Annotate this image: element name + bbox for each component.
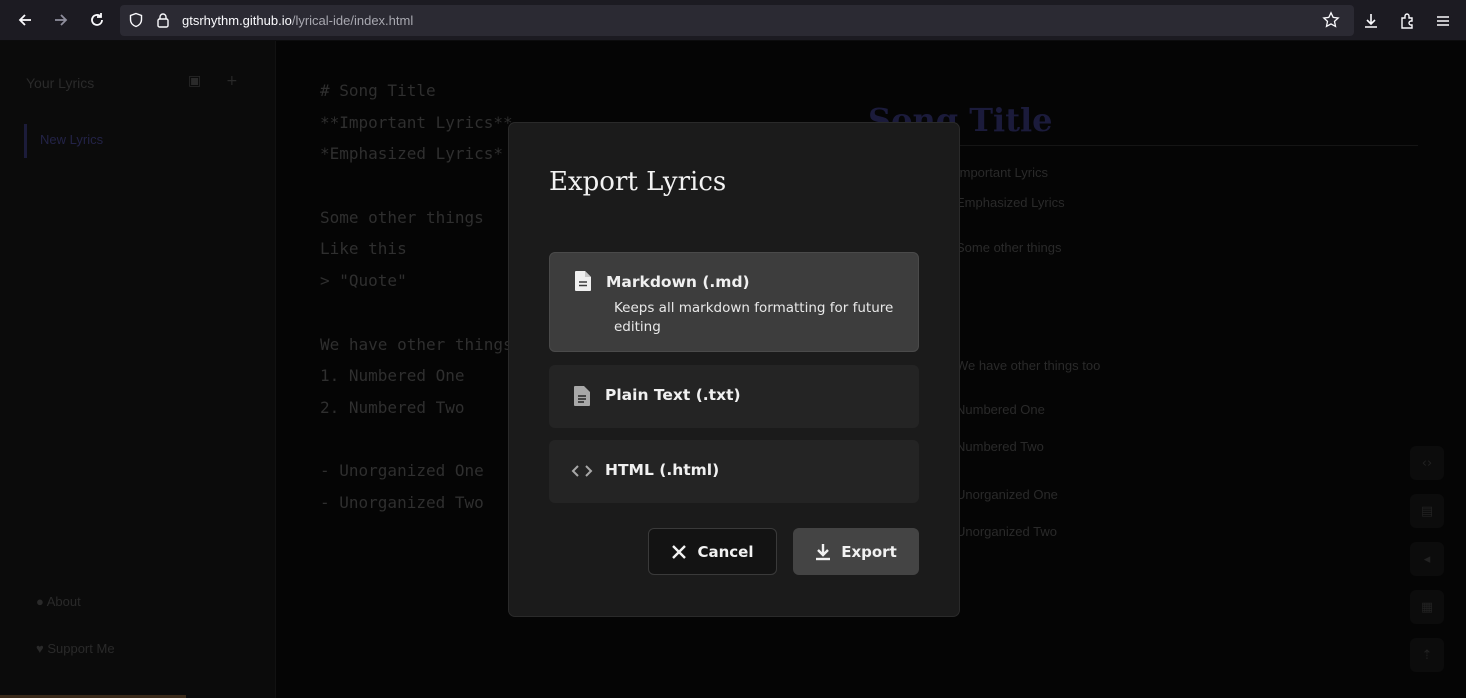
close-icon <box>672 544 687 559</box>
option-label: Plain Text (.txt) <box>605 386 741 404</box>
about-link: ● About <box>36 594 81 609</box>
option-description: Keeps all markdown formatting for future… <box>614 300 894 335</box>
preview-line: Some other things <box>956 240 1062 255</box>
active-indicator <box>24 124 27 158</box>
reload-button[interactable] <box>85 8 109 32</box>
downloads-icon[interactable] <box>1360 10 1382 32</box>
add-icon: + <box>226 73 238 89</box>
tool-button: ⇡ <box>1410 638 1444 672</box>
sidebar-title: Your Lyrics <box>26 75 95 91</box>
menu-icon[interactable] <box>1432 10 1454 32</box>
about-label: About <box>46 594 81 609</box>
preview-line: We have other things too <box>956 358 1101 373</box>
shield-icon[interactable] <box>125 9 147 31</box>
url-path: /lyrical-ide/index.html <box>291 13 414 28</box>
reload-icon <box>91 13 103 26</box>
export-label: Export <box>841 542 897 561</box>
export-dialog: Export Lyrics Markdown (.md) Keeps all m… <box>509 123 959 616</box>
cancel-label: Cancel <box>697 542 754 561</box>
lock-icon[interactable] <box>152 9 174 31</box>
preview-line: Numbered Two <box>956 439 1044 454</box>
url-text[interactable]: gtsrhythm.github.io/lyrical-ide/index.ht… <box>182 13 413 28</box>
sidebar: Your Lyrics ▣ + New Lyrics ● About ♥ Sup… <box>0 41 276 698</box>
download-icon <box>816 543 831 560</box>
new-file-icon: ▣ <box>188 73 202 89</box>
sidebar-item-new-lyrics: New Lyrics <box>40 132 104 147</box>
tool-button: ‹› <box>1410 446 1444 480</box>
option-html[interactable]: HTML (.html) <box>549 440 919 503</box>
file-text-icon <box>571 385 593 407</box>
preview-line: Emphasized Lyrics <box>956 195 1065 210</box>
support-label: Support Me <box>47 641 115 656</box>
cancel-button[interactable]: Cancel <box>648 528 777 575</box>
forward-arrow-icon <box>55 14 68 26</box>
preview-line: Unorganized One <box>956 487 1058 502</box>
option-label: HTML (.html) <box>605 461 720 479</box>
option-plain-text[interactable]: Plain Text (.txt) <box>549 365 919 428</box>
extensions-icon[interactable] <box>1396 10 1418 32</box>
dialog-title: Export Lyrics <box>549 167 727 197</box>
preview-line: Important Lyrics <box>956 165 1048 180</box>
back-button[interactable] <box>13 8 37 32</box>
tool-button: ◂ <box>1410 542 1444 576</box>
editor-line: # Song Title <box>320 81 436 100</box>
option-label: Markdown (.md) <box>606 273 750 291</box>
bookmark-star-icon[interactable] <box>1320 9 1342 31</box>
support-link: ♥ Support Me <box>36 641 115 656</box>
back-arrow-icon <box>18 14 31 26</box>
tool-button: ▦ <box>1410 590 1444 624</box>
preview-line: Unorganized Two <box>956 524 1057 539</box>
code-icon <box>571 460 593 482</box>
preview-line: Numbered One <box>956 402 1045 417</box>
tool-button: ▤ <box>1410 494 1444 528</box>
address-bar[interactable]: gtsrhythm.github.io/lyrical-ide/index.ht… <box>120 5 1354 36</box>
browser-toolbar: gtsrhythm.github.io/lyrical-ide/index.ht… <box>0 0 1466 41</box>
export-button[interactable]: Export <box>793 528 919 575</box>
file-document-icon <box>572 270 594 292</box>
option-markdown[interactable]: Markdown (.md) Keeps all markdown format… <box>549 252 919 352</box>
url-host: gtsrhythm.github.io <box>182 13 292 28</box>
forward-button[interactable] <box>49 8 73 32</box>
